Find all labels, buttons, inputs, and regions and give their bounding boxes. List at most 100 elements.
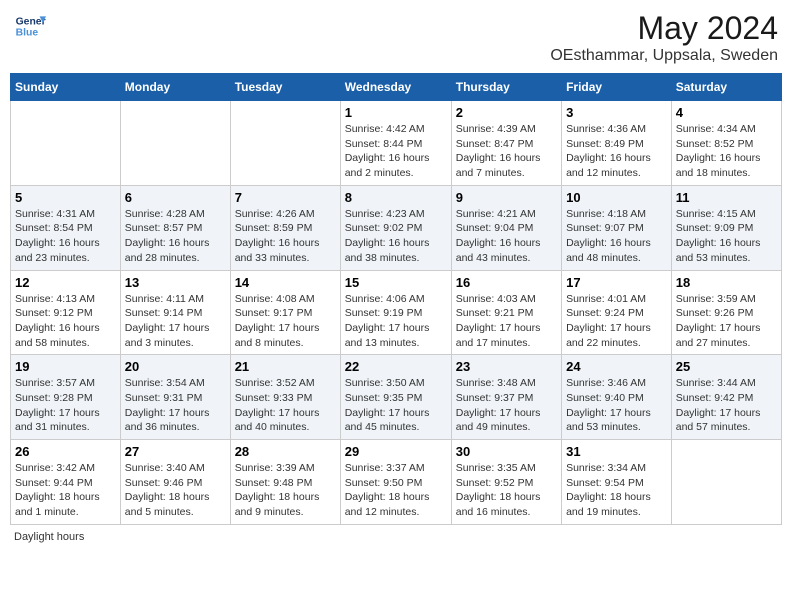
- day-info: Sunrise: 4:23 AM Sunset: 9:02 PM Dayligh…: [345, 207, 447, 266]
- day-number: 17: [566, 275, 667, 290]
- header-day-tuesday: Tuesday: [230, 74, 340, 101]
- day-info: Sunrise: 4:15 AM Sunset: 9:09 PM Dayligh…: [676, 207, 777, 266]
- header-day-monday: Monday: [120, 74, 230, 101]
- calendar-cell: 5 Sunrise: 4:31 AM Sunset: 8:54 PM Daylig…: [11, 185, 121, 270]
- day-number: 30: [456, 444, 557, 459]
- day-number: 29: [345, 444, 447, 459]
- calendar-cell: 17Sunrise: 4:01 AM Sunset: 9:24 PM Dayli…: [562, 270, 672, 355]
- page-title: May 2024: [550, 10, 778, 47]
- day-info: Sunrise: 3:40 AM Sunset: 9:46 PM Dayligh…: [125, 461, 226, 520]
- day-number: 26: [15, 444, 116, 459]
- day-info: Sunrise: 3:35 AM Sunset: 9:52 PM Dayligh…: [456, 461, 557, 520]
- calendar-week-row: 1Sunrise: 4:42 AM Sunset: 8:44 PM Daylig…: [11, 101, 782, 186]
- day-info: Sunrise: 3:52 AM Sunset: 9:33 PM Dayligh…: [235, 376, 336, 435]
- calendar-week-row: 12 Sunrise: 4:13 AM Sunset: 9:12 PM Dayli…: [11, 270, 782, 355]
- calendar-cell: [11, 101, 121, 186]
- day-number: 9: [456, 190, 557, 205]
- day-info: Sunrise: 4:31 AM Sunset: 8:54 PM Dayligh…: [15, 207, 116, 266]
- day-number: 21: [235, 359, 336, 374]
- calendar-cell: 13 Sunrise: 4:11 AM Sunset: 9:14 PM Dayli…: [120, 270, 230, 355]
- day-info: Sunrise: 4:36 AM Sunset: 8:49 PM Dayligh…: [566, 122, 667, 181]
- calendar-cell: [671, 440, 781, 525]
- calendar-cell: 8 Sunrise: 4:23 AM Sunset: 9:02 PM Daylig…: [340, 185, 451, 270]
- calendar-cell: 19Sunrise: 3:57 AM Sunset: 9:28 PM Dayli…: [11, 355, 121, 440]
- calendar-cell: 15Sunrise: 4:06 AM Sunset: 9:19 PM Dayli…: [340, 270, 451, 355]
- day-number: 4: [676, 105, 777, 120]
- day-number: 15: [345, 275, 447, 290]
- day-info: Sunrise: 4:26 AM Sunset: 8:59 PM Dayligh…: [235, 207, 336, 266]
- calendar-cell: 21 Sunrise: 3:52 AM Sunset: 9:33 PM Dayli…: [230, 355, 340, 440]
- calendar-cell: 12 Sunrise: 4:13 AM Sunset: 9:12 PM Dayli…: [11, 270, 121, 355]
- footer: Daylight hours: [10, 531, 782, 543]
- day-number: 6: [125, 190, 226, 205]
- day-info: Sunrise: 3:57 AM Sunset: 9:28 PM Dayligh…: [15, 376, 116, 435]
- day-info: Sunrise: 3:50 AM Sunset: 9:35 PM Dayligh…: [345, 376, 447, 435]
- header-day-thursday: Thursday: [451, 74, 561, 101]
- page-subtitle: OEsthammar, Uppsala, Sweden: [550, 47, 778, 65]
- day-number: 18: [676, 275, 777, 290]
- day-number: 12: [15, 275, 116, 290]
- calendar-table: SundayMondayTuesdayWednesdayThursdayFrid…: [10, 73, 782, 525]
- logo: General Blue: [14, 10, 46, 42]
- day-number: 8: [345, 190, 447, 205]
- calendar-cell: 28 Sunrise: 3:39 AM Sunset: 9:48 PM Dayli…: [230, 440, 340, 525]
- day-number: 1: [345, 105, 447, 120]
- day-number: 2: [456, 105, 557, 120]
- day-info: Sunrise: 4:28 AM Sunset: 8:57 PM Dayligh…: [125, 207, 226, 266]
- day-info: Sunrise: 3:39 AM Sunset: 9:48 PM Dayligh…: [235, 461, 336, 520]
- day-number: 10: [566, 190, 667, 205]
- calendar-cell: 27 Sunrise: 3:40 AM Sunset: 9:46 PM Dayli…: [120, 440, 230, 525]
- calendar-cell: 2 Sunrise: 4:39 AM Sunset: 8:47 PM Daylig…: [451, 101, 561, 186]
- calendar-cell: 3Sunrise: 4:36 AM Sunset: 8:49 PM Daylig…: [562, 101, 672, 186]
- day-info: Sunrise: 3:34 AM Sunset: 9:54 PM Dayligh…: [566, 461, 667, 520]
- day-number: 5: [15, 190, 116, 205]
- calendar-cell: 24Sunrise: 3:46 AM Sunset: 9:40 PM Dayli…: [562, 355, 672, 440]
- logo-icon: General Blue: [14, 10, 46, 42]
- day-number: 13: [125, 275, 226, 290]
- calendar-header-row: SundayMondayTuesdayWednesdayThursdayFrid…: [11, 74, 782, 101]
- calendar-cell: 6 Sunrise: 4:28 AM Sunset: 8:57 PM Daylig…: [120, 185, 230, 270]
- calendar-cell: 22Sunrise: 3:50 AM Sunset: 9:35 PM Dayli…: [340, 355, 451, 440]
- page-header: General Blue May 2024 OEsthammar, Uppsal…: [10, 10, 782, 65]
- header-day-saturday: Saturday: [671, 74, 781, 101]
- calendar-cell: 7 Sunrise: 4:26 AM Sunset: 8:59 PM Daylig…: [230, 185, 340, 270]
- day-number: 16: [456, 275, 557, 290]
- calendar-cell: 30 Sunrise: 3:35 AM Sunset: 9:52 PM Dayli…: [451, 440, 561, 525]
- calendar-cell: 9 Sunrise: 4:21 AM Sunset: 9:04 PM Daylig…: [451, 185, 561, 270]
- calendar-cell: [230, 101, 340, 186]
- day-info: Sunrise: 4:13 AM Sunset: 9:12 PM Dayligh…: [15, 292, 116, 351]
- calendar-cell: 20 Sunrise: 3:54 AM Sunset: 9:31 PM Dayli…: [120, 355, 230, 440]
- day-number: 27: [125, 444, 226, 459]
- calendar-cell: 31 Sunrise: 3:34 AM Sunset: 9:54 PM Dayli…: [562, 440, 672, 525]
- day-info: Sunrise: 3:48 AM Sunset: 9:37 PM Dayligh…: [456, 376, 557, 435]
- calendar-cell: 11 Sunrise: 4:15 AM Sunset: 9:09 PM Dayli…: [671, 185, 781, 270]
- day-info: Sunrise: 4:08 AM Sunset: 9:17 PM Dayligh…: [235, 292, 336, 351]
- day-number: 7: [235, 190, 336, 205]
- calendar-cell: 23 Sunrise: 3:48 AM Sunset: 9:37 PM Dayli…: [451, 355, 561, 440]
- day-number: 23: [456, 359, 557, 374]
- calendar-cell: 4Sunrise: 4:34 AM Sunset: 8:52 PM Daylig…: [671, 101, 781, 186]
- calendar-cell: [120, 101, 230, 186]
- day-info: Sunrise: 3:59 AM Sunset: 9:26 PM Dayligh…: [676, 292, 777, 351]
- day-info: Sunrise: 3:44 AM Sunset: 9:42 PM Dayligh…: [676, 376, 777, 435]
- day-info: Sunrise: 4:18 AM Sunset: 9:07 PM Dayligh…: [566, 207, 667, 266]
- day-number: 25: [676, 359, 777, 374]
- calendar-cell: 26 Sunrise: 3:42 AM Sunset: 9:44 PM Dayli…: [11, 440, 121, 525]
- day-number: 20: [125, 359, 226, 374]
- calendar-cell: 10 Sunrise: 4:18 AM Sunset: 9:07 PM Dayli…: [562, 185, 672, 270]
- calendar-cell: 16 Sunrise: 4:03 AM Sunset: 9:21 PM Dayli…: [451, 270, 561, 355]
- day-info: Sunrise: 3:42 AM Sunset: 9:44 PM Dayligh…: [15, 461, 116, 520]
- day-info: Sunrise: 4:03 AM Sunset: 9:21 PM Dayligh…: [456, 292, 557, 351]
- day-info: Sunrise: 4:11 AM Sunset: 9:14 PM Dayligh…: [125, 292, 226, 351]
- calendar-week-row: 19Sunrise: 3:57 AM Sunset: 9:28 PM Dayli…: [11, 355, 782, 440]
- day-number: 11: [676, 190, 777, 205]
- day-info: Sunrise: 4:39 AM Sunset: 8:47 PM Dayligh…: [456, 122, 557, 181]
- day-info: Sunrise: 3:54 AM Sunset: 9:31 PM Dayligh…: [125, 376, 226, 435]
- day-number: 31: [566, 444, 667, 459]
- day-number: 28: [235, 444, 336, 459]
- day-info: Sunrise: 4:21 AM Sunset: 9:04 PM Dayligh…: [456, 207, 557, 266]
- title-block: May 2024 OEsthammar, Uppsala, Sweden: [550, 10, 778, 65]
- calendar-cell: 14Sunrise: 4:08 AM Sunset: 9:17 PM Dayli…: [230, 270, 340, 355]
- day-info: Sunrise: 3:46 AM Sunset: 9:40 PM Dayligh…: [566, 376, 667, 435]
- calendar-cell: 1Sunrise: 4:42 AM Sunset: 8:44 PM Daylig…: [340, 101, 451, 186]
